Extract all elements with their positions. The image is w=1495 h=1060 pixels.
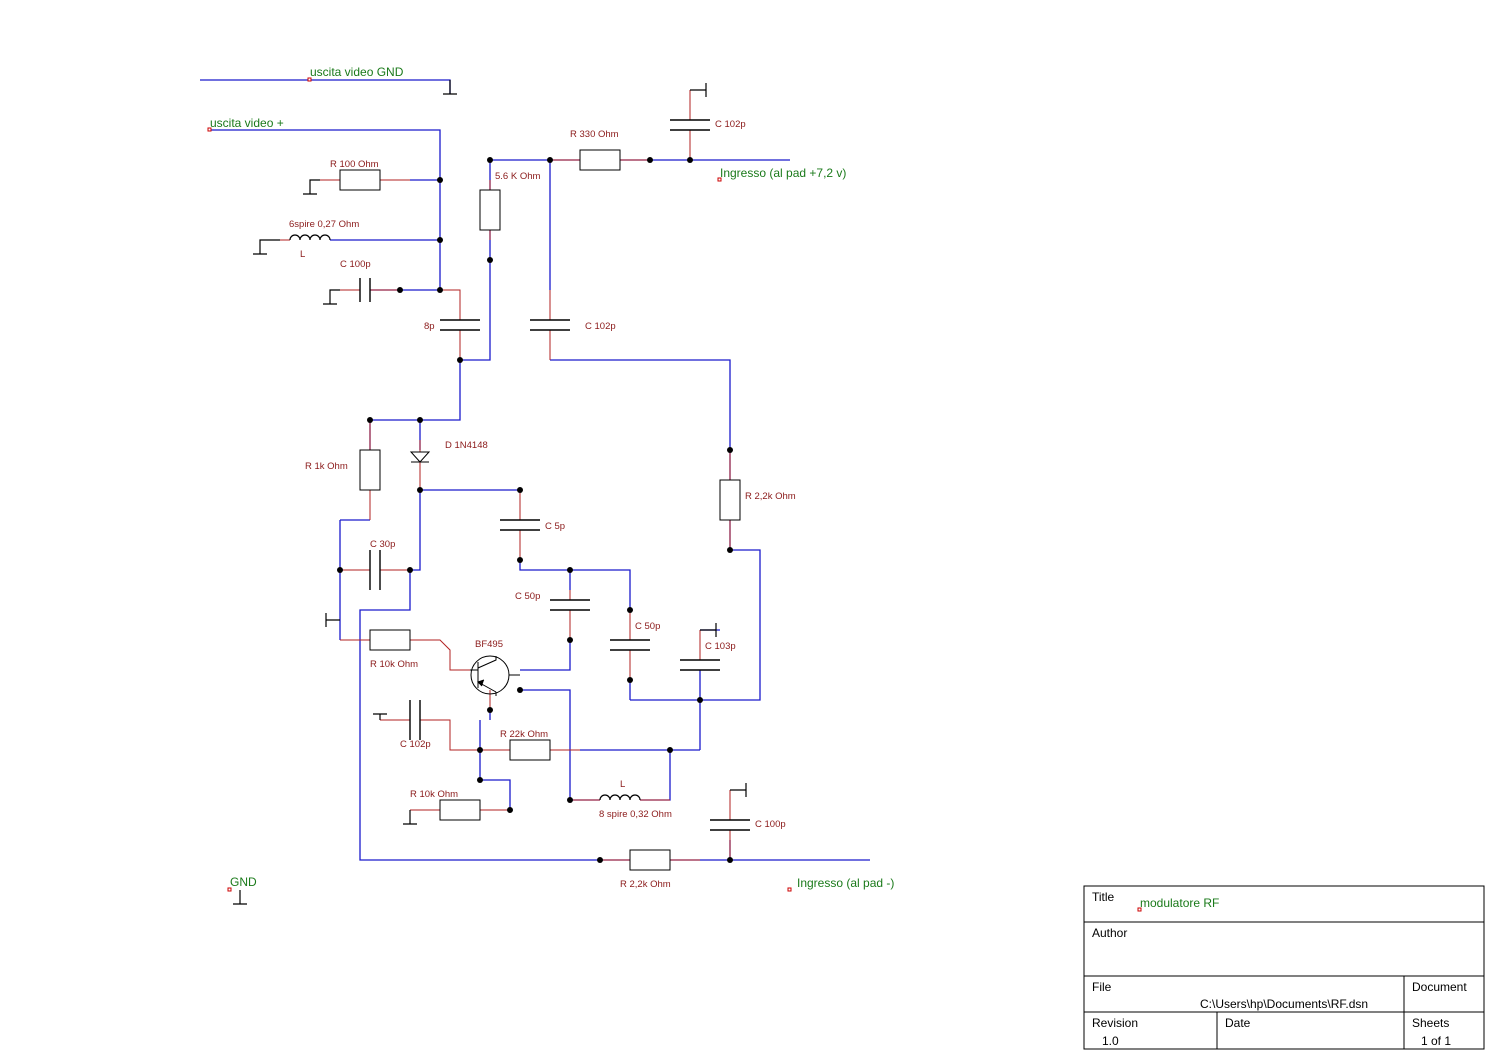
resistor-r22k bbox=[509, 739, 551, 761]
net-labels: uscita video GND uscita video + Ingresso… bbox=[210, 65, 894, 890]
title-block: Title modulatore RF Author File C:\Users… bbox=[1083, 885, 1485, 1050]
net-label-video-plus: uscita video + bbox=[210, 116, 284, 130]
ground-c100p-top bbox=[323, 289, 340, 305]
capacitor-c102p-mid bbox=[530, 319, 570, 331]
ground-c102p-top bbox=[690, 83, 707, 97]
date-label: Date bbox=[1225, 1016, 1251, 1030]
document-label: Document bbox=[1412, 980, 1467, 994]
resistor-r1k bbox=[359, 449, 381, 491]
label-r22k: R 22k Ohm bbox=[500, 729, 548, 740]
ground-c103p bbox=[700, 623, 717, 637]
inductor-8-spire bbox=[599, 794, 641, 801]
ground-video-gnd bbox=[443, 80, 457, 95]
ground-gnd bbox=[233, 890, 247, 905]
label-c5p: C 5p bbox=[545, 521, 565, 532]
label-5-6k: 5.6 K Ohm bbox=[495, 171, 540, 182]
net-label-gnd: GND bbox=[230, 875, 257, 889]
label-c102p-mid: C 102p bbox=[585, 321, 616, 332]
resistor-r10k-a bbox=[369, 629, 411, 651]
label-c103p: C 103p bbox=[705, 641, 736, 652]
transistor-bf495 bbox=[470, 655, 520, 696]
ground-c100p-low bbox=[730, 783, 747, 797]
label-l8: 8 spire 0,32 Ohm bbox=[599, 809, 672, 820]
sheets-value: 1 of 1 bbox=[1421, 1034, 1451, 1048]
title-label: Title bbox=[1092, 890, 1115, 904]
label-c100p-low: C 100p bbox=[755, 819, 786, 830]
resistor-r2-2k-bottom bbox=[629, 849, 671, 871]
inductor-6-spire bbox=[289, 234, 331, 241]
capacitor-8p bbox=[440, 319, 480, 331]
label-r10k-a: R 10k Ohm bbox=[370, 659, 418, 670]
capacitor-c100p-low bbox=[710, 819, 750, 831]
ground-r100 bbox=[303, 179, 320, 195]
label-d1: D 1N4148 bbox=[445, 440, 488, 451]
resistor-5-6k bbox=[479, 189, 501, 231]
capacitor-c102p-top bbox=[670, 119, 710, 131]
capacitor-c30p bbox=[369, 550, 381, 590]
label-c50p-b: C 50p bbox=[635, 621, 660, 632]
label-r330: R 330 Ohm bbox=[570, 129, 619, 140]
resistor-r10k-b bbox=[439, 799, 481, 821]
label-c102p-low: C 102p bbox=[400, 739, 431, 750]
component-bodies bbox=[339, 149, 741, 871]
label-c30p: C 30p bbox=[370, 539, 395, 550]
label-c102p-top: C 102p bbox=[715, 119, 746, 130]
label-c100p-top: C 100p bbox=[340, 259, 371, 270]
label-r1k: R 1k Ohm bbox=[305, 461, 348, 472]
label-r2-2k-right: R 2,2k Ohm bbox=[745, 491, 796, 502]
author-label: Author bbox=[1092, 926, 1127, 940]
label-r2-2k-bottom: R 2,2k Ohm bbox=[620, 879, 671, 890]
label-8p: 8p bbox=[424, 321, 435, 332]
label-c50p-a: C 50p bbox=[515, 591, 540, 602]
ground-c30p bbox=[325, 613, 340, 627]
file-value: C:\Users\hp\Documents\RF.dsn bbox=[1200, 997, 1368, 1011]
net-label-input-plus: Ingresso (al pad +7,2 v) bbox=[720, 166, 846, 180]
net-markers bbox=[207, 77, 1142, 912]
file-label: File bbox=[1092, 980, 1112, 994]
sheets-label: Sheets bbox=[1412, 1016, 1449, 1030]
capacitor-c100p-top bbox=[359, 278, 371, 302]
resistor-r2-2k-right bbox=[719, 479, 741, 521]
schematic-diagram: uscita video GND uscita video + Ingresso… bbox=[200, 65, 1485, 1050]
ground-c102p-low bbox=[373, 713, 387, 720]
label-l6: 6spire 0,27 Ohm bbox=[289, 219, 359, 230]
label-r10k-b: R 10k Ohm bbox=[410, 789, 458, 800]
resistor-r330 bbox=[579, 149, 621, 171]
revision-label: Revision bbox=[1092, 1016, 1138, 1030]
component-leads bbox=[280, 90, 731, 861]
revision-value: 1.0 bbox=[1102, 1034, 1119, 1048]
capacitor-c50p-a bbox=[550, 599, 590, 611]
label-bf495: BF495 bbox=[475, 639, 503, 650]
title-value: modulatore RF bbox=[1140, 896, 1219, 910]
label-r100: R 100 Ohm bbox=[330, 159, 379, 170]
ground-l6 bbox=[253, 239, 280, 255]
net-label-input-minus: Ingresso (al pad -) bbox=[797, 876, 894, 890]
resistor-r100 bbox=[339, 169, 381, 191]
capacitor-c50p-b bbox=[610, 639, 650, 651]
label-l6-letter: L bbox=[300, 249, 305, 260]
capacitor-plates bbox=[359, 119, 750, 831]
capacitor-c102p-low bbox=[409, 700, 421, 740]
diode-1n4148 bbox=[409, 451, 431, 463]
capacitor-c5p bbox=[500, 519, 540, 531]
label-l8-letter: L bbox=[620, 779, 625, 790]
capacitor-c103p bbox=[680, 659, 720, 671]
net-label-video-gnd: uscita video GND bbox=[310, 65, 404, 79]
ground-r10k-b bbox=[403, 810, 417, 825]
